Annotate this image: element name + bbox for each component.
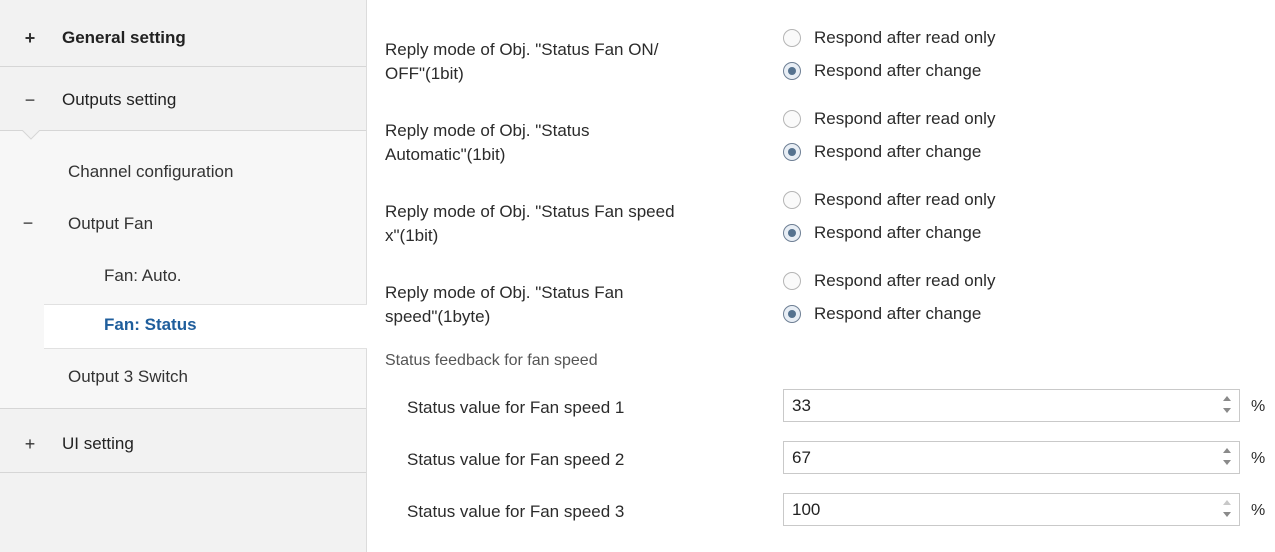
sidebar-item-label: Output Fan [68, 214, 154, 233]
spin-arrows-icon[interactable] [1221, 499, 1233, 521]
radio-button[interactable] [783, 191, 801, 209]
chevron-up-icon[interactable] [1223, 396, 1231, 401]
radio-button[interactable] [783, 29, 801, 47]
field-label-fan-speed-1: Status value for Fan speed 1 [407, 398, 625, 417]
collapse-icon[interactable]: − [20, 213, 36, 234]
sidebar-item-fan-auto[interactable]: Fan: Auto. [104, 266, 182, 286]
param-label-status-fan-on-off: Reply mode of Obj. "Status Fan ON/ OFF"(… [385, 38, 765, 86]
param-label-status-fan-speed: Reply mode of Obj. "Status Fan speed"(1b… [385, 281, 765, 329]
unit-label: % [1251, 502, 1266, 519]
field-label-fan-speed-2: Status value for Fan speed 2 [407, 450, 625, 469]
fan-speed-2-stepper[interactable] [783, 441, 1240, 474]
fan-speed-3-stepper[interactable] [783, 493, 1240, 526]
sidebar-item-label: Channel configuration [68, 162, 234, 181]
param-label-line: Automatic"(1bit) [385, 145, 506, 164]
fan-speed-1-stepper[interactable] [783, 389, 1240, 422]
radio-label: Respond after read only [814, 28, 996, 47]
radio-label: Respond after change [814, 61, 982, 80]
sidebar-item-label: Fan: Status [104, 315, 197, 334]
radio-button[interactable] [783, 110, 801, 128]
chevron-up-icon[interactable] [1223, 500, 1231, 505]
radio-button-checked[interactable] [783, 305, 801, 323]
radio-respond-read-only[interactable]: Respond after read only [783, 268, 995, 294]
param-label-status-fan-speed-x: Reply mode of Obj. "Status Fan speed x"(… [385, 200, 765, 248]
radio-respond-change[interactable]: Respond after change [783, 58, 981, 84]
fan-speed-1-input[interactable] [784, 390, 1212, 421]
fan-speed-2-input[interactable] [784, 442, 1212, 473]
radio-label: Respond after read only [814, 109, 996, 128]
param-label-line: x"(1bit) [385, 226, 439, 245]
divider [0, 472, 366, 473]
radio-label: Respond after change [814, 142, 982, 161]
sidebar-item-label: UI setting [62, 434, 134, 453]
radio-button-checked[interactable] [783, 62, 801, 80]
radio-respond-change[interactable]: Respond after change [783, 301, 981, 327]
param-label-line: OFF"(1bit) [385, 64, 464, 83]
chevron-down-icon[interactable] [1223, 512, 1231, 517]
unit-label: % [1251, 398, 1266, 415]
radio-button[interactable] [783, 272, 801, 290]
chevron-down-icon[interactable] [1223, 408, 1231, 413]
sidebar: + General setting − Outputs setting Chan… [0, 0, 367, 552]
spin-arrows-icon[interactable] [1221, 395, 1233, 417]
divider [0, 66, 366, 67]
collapse-icon[interactable]: − [22, 90, 38, 111]
radio-button-checked[interactable] [783, 143, 801, 161]
radio-respond-change[interactable]: Respond after change [783, 139, 981, 165]
sidebar-item-label: Output 3 Switch [68, 367, 189, 386]
divider [0, 408, 366, 409]
sidebar-item-label: Outputs setting [62, 90, 177, 109]
selected-item-highlight [44, 304, 367, 349]
spin-arrows-icon[interactable] [1221, 447, 1233, 469]
sidebar-item-output-3-switch[interactable]: Output 3 Switch [68, 367, 188, 387]
radio-button-checked[interactable] [783, 224, 801, 242]
parameter-panel: Reply mode of Obj. "Status Fan ON/ OFF"(… [367, 0, 1275, 552]
radio-label: Respond after change [814, 223, 982, 242]
sidebar-item-label: Fan: Auto. [104, 266, 182, 285]
section-pointer-icon [22, 130, 40, 140]
param-label-line: speed"(1byte) [385, 307, 491, 326]
field-label-fan-speed-3: Status value for Fan speed 3 [407, 502, 625, 521]
param-label-line: Reply mode of Obj. "Status Fan ON/ [385, 40, 659, 59]
unit-label: % [1251, 450, 1266, 467]
param-label-line: Reply mode of Obj. "Status [385, 121, 590, 140]
section-title: Status feedback for fan speed [385, 352, 598, 369]
radio-respond-change[interactable]: Respond after change [783, 220, 981, 246]
radio-label: Respond after read only [814, 271, 996, 290]
radio-respond-read-only[interactable]: Respond after read only [783, 25, 995, 51]
radio-respond-read-only[interactable]: Respond after read only [783, 187, 995, 213]
chevron-up-icon[interactable] [1223, 448, 1231, 453]
divider [0, 130, 366, 131]
radio-label: Respond after read only [814, 190, 996, 209]
sidebar-item-output-fan[interactable]: − Output Fan [23, 213, 154, 234]
sidebar-item-channel-configuration[interactable]: Channel configuration [68, 162, 233, 182]
sidebar-item-label: General setting [62, 28, 186, 47]
fan-speed-3-input[interactable] [784, 494, 1212, 525]
param-label-line: Reply mode of Obj. "Status Fan speed [385, 202, 675, 221]
expand-icon[interactable]: + [22, 28, 38, 49]
radio-label: Respond after change [814, 304, 982, 323]
chevron-down-icon[interactable] [1223, 460, 1231, 465]
sidebar-item-fan-status[interactable]: Fan: Status [104, 315, 197, 335]
expand-icon[interactable]: + [22, 434, 38, 455]
param-label-line: Reply mode of Obj. "Status Fan [385, 283, 624, 302]
radio-respond-read-only[interactable]: Respond after read only [783, 106, 995, 132]
param-label-status-automatic: Reply mode of Obj. "Status Automatic"(1b… [385, 119, 765, 167]
